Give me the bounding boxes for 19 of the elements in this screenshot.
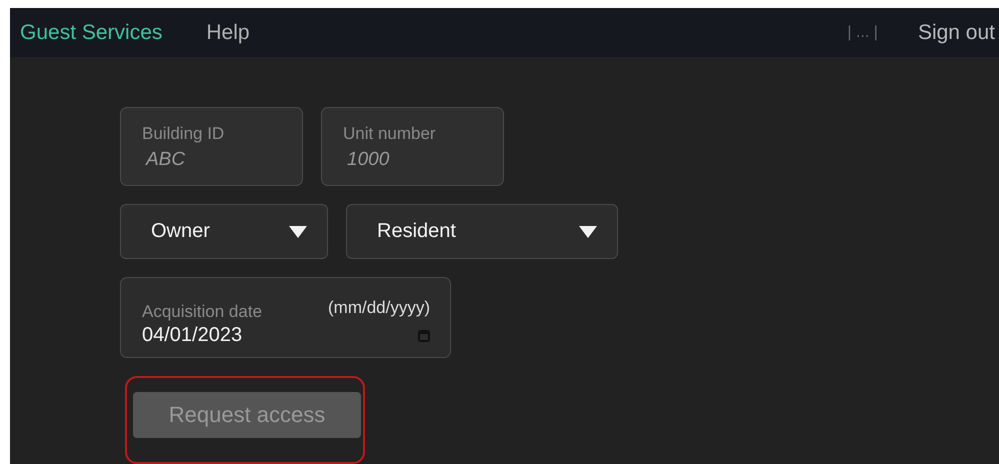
dropdown[interactable]: Owner <box>120 204 328 259</box>
caret-icon <box>289 226 307 238</box>
text-field[interactable]: Unit number 1000 <box>321 107 504 186</box>
dropdown[interactable]: Resident <box>346 204 618 259</box>
field-label: Unit number <box>343 124 437 144</box>
field-label: Acquisition date <box>142 302 262 322</box>
calendar-icon[interactable] <box>418 330 430 342</box>
text-field[interactable]: Building ID ABC <box>120 107 303 186</box>
field-label: Building ID <box>142 124 226 144</box>
caret-icon <box>579 226 597 238</box>
nav-separator: | ... | <box>847 24 878 42</box>
nav-link[interactable]: Help <box>206 20 250 44</box>
sign-out-link[interactable]: Sign out <box>918 20 995 44</box>
brand-link[interactable]: Guest Services <box>20 20 162 44</box>
date-value: 04/01/2023 <box>142 324 242 347</box>
date-field[interactable]: Acquisition date (mm/dd/yyyy) 04/01/2023 <box>120 277 451 358</box>
date-format-hint: (mm/dd/yyyy) <box>328 298 430 318</box>
field-placeholder: ABC <box>144 148 186 172</box>
field-placeholder: 1000 <box>346 148 390 172</box>
